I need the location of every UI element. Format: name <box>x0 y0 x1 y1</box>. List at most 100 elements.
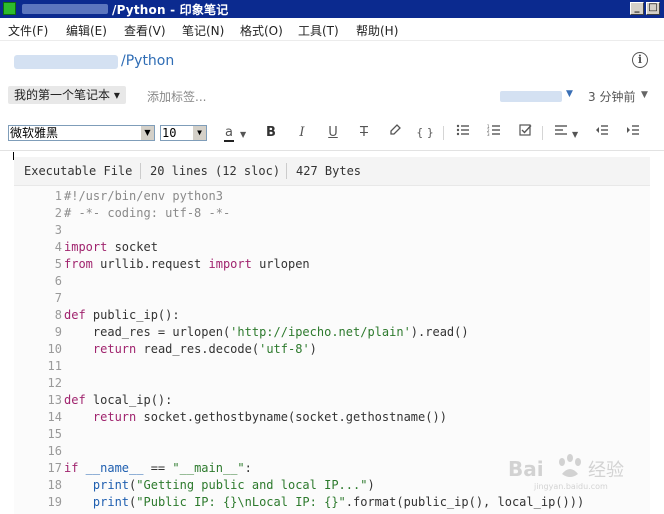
code-token: def <box>64 393 86 407</box>
window-title-bar[interactable]: /Python - 印象笔记 _ □ <box>0 0 664 18</box>
note-path-link[interactable]: /Python <box>121 53 174 69</box>
code-text: print("Getting public and local IP...") <box>64 478 375 492</box>
app-icon <box>3 2 16 15</box>
align-dropdown-icon[interactable]: ▼ <box>572 130 578 139</box>
font-size-select[interactable]: 10 ▼ <box>160 125 207 141</box>
redacted-share-segment[interactable] <box>500 91 562 102</box>
strikethrough-icon[interactable]: T <box>353 123 375 143</box>
code-text: return read_res.decode('utf-8') <box>64 342 317 356</box>
code-line: 15 <box>14 427 650 444</box>
code-token: ).read() <box>410 325 469 339</box>
code-token: import <box>64 240 108 254</box>
highlighter-icon[interactable] <box>384 123 406 143</box>
updated-time: 3 分钟前 <box>588 90 636 104</box>
code-line: 14 return socket.gethostbyname(socket.ge… <box>14 410 650 427</box>
code-token: from <box>64 257 93 271</box>
menu-tools[interactable]: 工具(T) <box>298 22 339 39</box>
code-token: public_ip(): <box>85 308 180 322</box>
code-token: ) <box>309 342 317 356</box>
code-line: 7 <box>14 291 650 308</box>
menu-help[interactable]: 帮助(H) <box>356 22 398 39</box>
window-title: /Python - 印象笔记 <box>112 3 229 17</box>
share-dropdown-icon[interactable]: ▼ <box>566 89 573 99</box>
line-number: 4 <box>54 240 62 254</box>
line-number: 12 <box>47 376 62 390</box>
redacted-path-segment <box>14 55 118 69</box>
line-number: 19 <box>47 495 62 509</box>
code-block-icon[interactable]: { } <box>414 123 436 143</box>
numbered-list-icon[interactable]: 123 <box>483 123 505 143</box>
text-color-button[interactable]: a <box>218 123 240 143</box>
code-line: 11 <box>14 359 650 376</box>
italic-icon[interactable]: I <box>291 123 313 143</box>
code-text: def local_ip(): <box>64 393 172 407</box>
code-token: import <box>208 257 252 271</box>
font-family-select[interactable]: 微软雅黑 ▼ <box>8 125 155 141</box>
line-number: 2 <box>54 206 62 220</box>
code-token: print <box>92 478 130 492</box>
code-token: "__main__" <box>172 461 245 475</box>
code-line: 12 <box>14 376 650 393</box>
underline-icon[interactable]: U <box>322 123 344 143</box>
chevron-down-icon[interactable]: ▼ <box>192 126 206 140</box>
chevron-down-icon[interactable]: ▼ <box>140 126 154 140</box>
code-line: 17 if __name__ == "__main__": <box>14 461 650 478</box>
code-line: 3 <box>14 223 650 240</box>
line-number: 9 <box>54 325 62 339</box>
bold-icon[interactable]: B <box>260 123 282 143</box>
code-line: 16 <box>14 444 650 461</box>
code-block[interactable]: 1 #!/usr/bin/env python3 2 # -*- coding: ut… <box>14 186 650 514</box>
menu-view[interactable]: 查看(V) <box>124 22 166 39</box>
code-line: 8 def public_ip(): <box>14 308 650 325</box>
indent-icon[interactable] <box>622 123 644 143</box>
text-color-label: a <box>225 125 233 140</box>
note-meta-bar: 我的第一个笔记本 ▾ 添加标签... ▼ 3 分钟前 ▼ <box>0 84 664 108</box>
code-token: "Getting public and local IP..." <box>136 478 368 492</box>
info-icon[interactable]: i <box>632 52 648 68</box>
checkbox-icon[interactable] <box>514 123 536 143</box>
menu-file[interactable]: 文件(F) <box>8 22 48 39</box>
code-token: local_ip(): <box>85 393 173 407</box>
code-file-header: Executable File 20 lines (12 sloc) 427 B… <box>14 157 650 186</box>
line-number: 3 <box>54 223 62 237</box>
code-token: __name__ <box>78 461 144 475</box>
code-text: import socket <box>64 240 158 254</box>
minimize-button[interactable]: _ <box>630 2 644 15</box>
code-line: 4 import socket <box>14 240 650 257</box>
line-number: 15 <box>47 427 62 441</box>
file-type: Executable File <box>24 164 133 178</box>
toolbar-divider <box>443 126 444 140</box>
code-token: urllib.request <box>92 257 209 271</box>
line-number: 7 <box>54 291 62 305</box>
code-token: == <box>143 461 173 475</box>
notebook-selector[interactable]: 我的第一个笔记本 ▾ <box>8 86 126 104</box>
menu-edit[interactable]: 编辑(E) <box>66 22 107 39</box>
text-color-dropdown-icon[interactable]: ▼ <box>240 130 246 139</box>
code-line: 13 def local_ip(): <box>14 393 650 410</box>
menu-note[interactable]: 笔记(N) <box>182 22 224 39</box>
code-token: "Public IP: {}\nLocal IP: {}" <box>136 495 346 509</box>
redacted-title-segment <box>22 4 108 14</box>
code-line: 9 read_res = urlopen('http://ipecho.net/… <box>14 325 650 342</box>
tag-input[interactable]: 添加标签... <box>147 88 206 105</box>
menu-bar: 文件(F) 编辑(E) 查看(V) 笔记(N) 格式(O) 工具(T) 帮助(H… <box>0 18 664 41</box>
code-text: print("Public IP: {}\nLocal IP: {}".form… <box>64 495 584 509</box>
bullet-list-icon[interactable] <box>452 123 474 143</box>
line-number: 18 <box>47 478 62 492</box>
text-color-swatch <box>224 140 234 142</box>
font-family-value: 微软雅黑 <box>10 126 59 140</box>
code-text: #!/usr/bin/env python3 <box>64 189 223 203</box>
code-text: if __name__ == "__main__": <box>64 461 252 475</box>
code-token: read_res.decode( <box>136 342 260 356</box>
code-token: if <box>64 461 79 475</box>
menu-format[interactable]: 格式(O) <box>240 22 283 39</box>
outdent-icon[interactable] <box>591 123 613 143</box>
time-dropdown-icon[interactable]: ▼ <box>641 90 648 100</box>
align-left-icon[interactable] <box>550 123 572 143</box>
code-line: 19 print("Public IP: {}\nLocal IP: {}".f… <box>14 495 650 512</box>
maximize-button[interactable]: □ <box>646 2 660 15</box>
code-text: # -*- coding: utf-8 -*- <box>64 206 230 220</box>
